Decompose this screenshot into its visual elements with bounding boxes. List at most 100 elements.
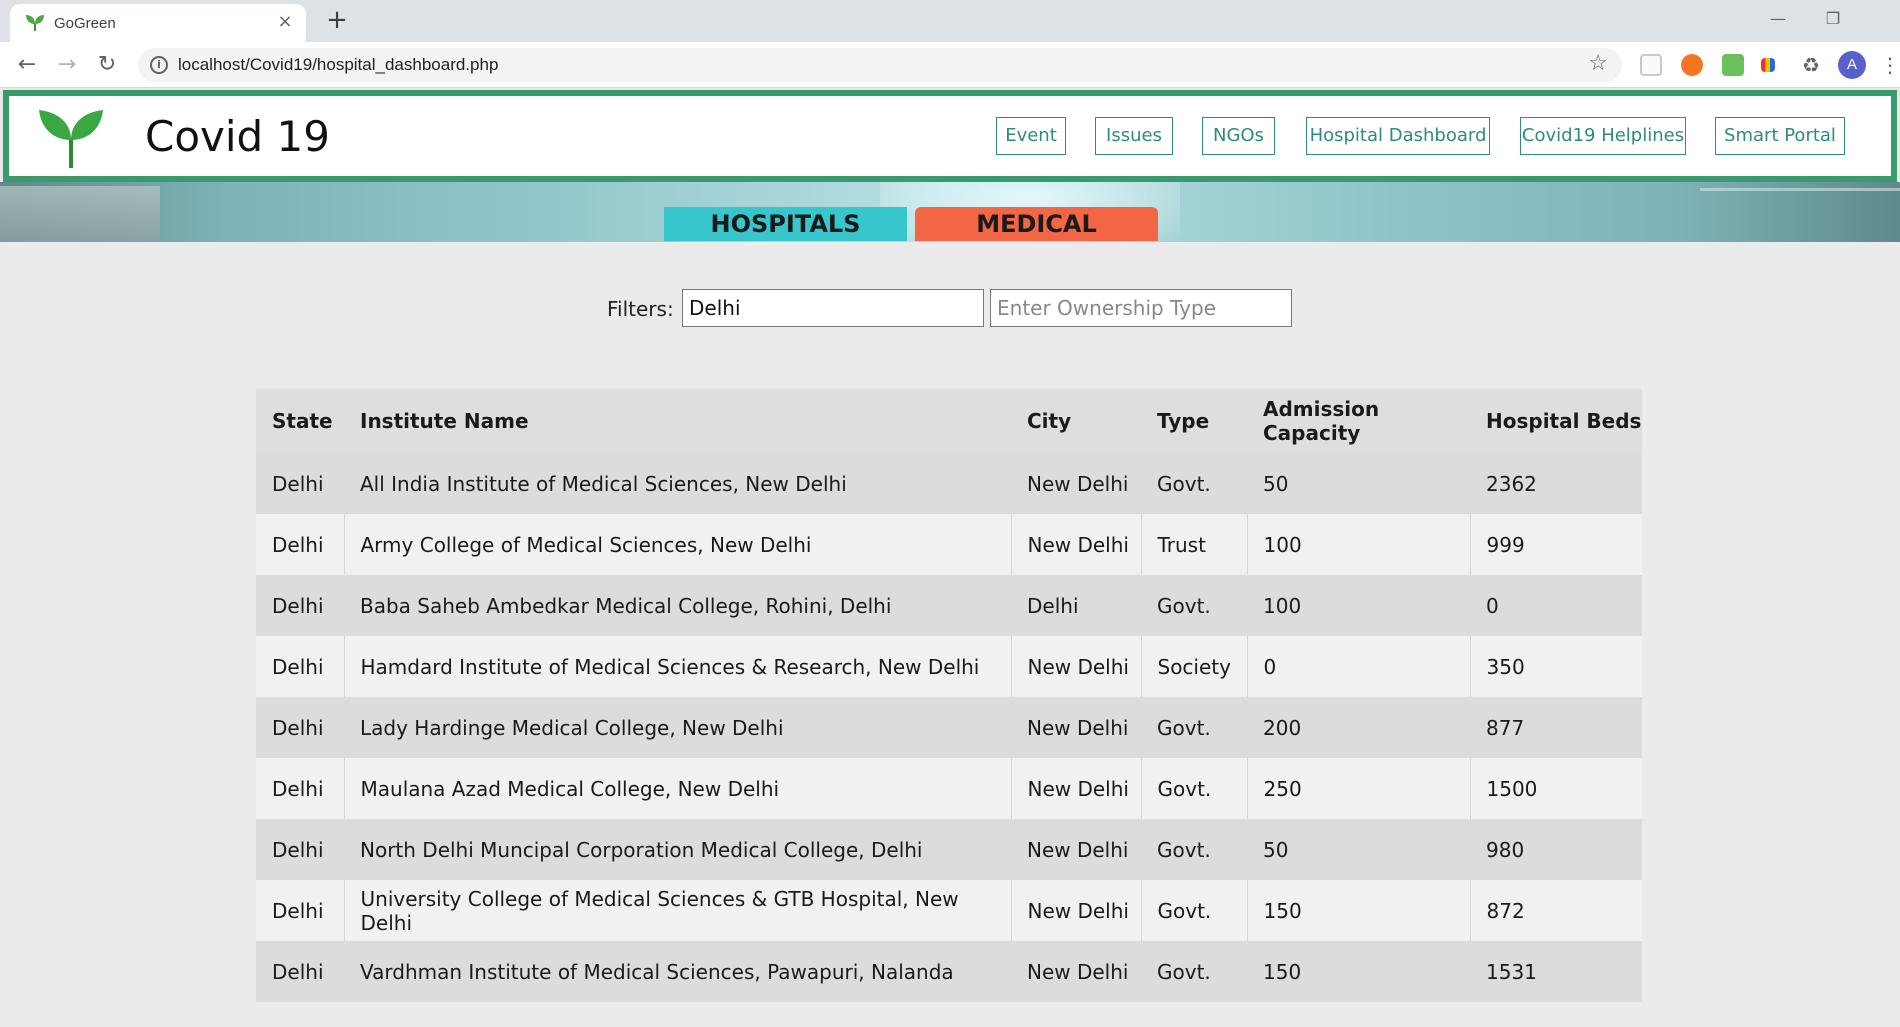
url-text[interactable]: localhost/Covid19/hospital_dashboard.php: [178, 55, 498, 75]
table-row: Delhi Lady Hardinge Medical College, New …: [256, 697, 1642, 758]
cell-institute-name: Lady Hardinge Medical College, New Delhi: [344, 697, 1011, 758]
column-header-state: State: [256, 389, 344, 453]
table-row: Delhi North Delhi Muncipal Corporation Me…: [256, 819, 1642, 880]
cell-hospital-beds: 1500: [1469, 758, 1642, 819]
banner-decoration: [0, 186, 160, 242]
browser-tab-strip: GoGreen × + — ❐: [0, 0, 1900, 42]
table-row: Delhi Vardhman Institute of Medical Scien…: [256, 941, 1642, 1002]
cell-institute-name: Vardhman Institute of Medical Sciences, …: [344, 941, 1011, 1002]
cell-type: Trust: [1140, 514, 1247, 575]
cell-state: Delhi: [256, 514, 344, 575]
cell-admission-capacity: 0: [1246, 636, 1470, 697]
site-title: Covid 19: [145, 112, 331, 161]
new-tab-icon[interactable]: +: [322, 7, 352, 35]
cell-state: Delhi: [256, 880, 344, 941]
column-header-city: City: [1011, 389, 1141, 453]
filters-label: Filters:: [607, 297, 674, 321]
table-row: Delhi Hamdard Institute of Medical Scienc…: [256, 636, 1642, 697]
table-row: Delhi Baba Saheb Ambedkar Medical College…: [256, 575, 1642, 636]
browser-toolbar: ← → ↻ i localhost/Covid19/hospital_dashb…: [0, 42, 1900, 88]
cell-institute-name: Hamdard Institute of Medical Sciences & …: [343, 636, 1011, 697]
nav-ngos[interactable]: NGOs: [1202, 117, 1275, 155]
cell-city: New Delhi: [1010, 514, 1141, 575]
tab-title: GoGreen: [54, 15, 116, 32]
ownership-type-input[interactable]: [990, 289, 1292, 327]
cell-admission-capacity: 150: [1247, 941, 1470, 1002]
tab-hospitals[interactable]: HOSPITALS: [664, 207, 907, 241]
profile-avatar[interactable]: A: [1838, 51, 1866, 79]
site-info-icon[interactable]: i: [150, 56, 168, 74]
cell-type: Govt.: [1141, 941, 1247, 1002]
cell-state: Delhi: [256, 819, 344, 880]
reload-icon[interactable]: ↻: [92, 50, 122, 80]
sprout-favicon-icon: [26, 15, 44, 31]
state-filter-input[interactable]: [682, 289, 984, 327]
cell-hospital-beds: 1531: [1470, 941, 1642, 1002]
main-content: Filters: State Institute Name City Type …: [0, 242, 1900, 1027]
address-bar[interactable]: i localhost/Covid19/hospital_dashboard.p…: [138, 48, 1622, 82]
extension-icon[interactable]: [1722, 54, 1744, 76]
column-header-type: Type: [1141, 389, 1247, 453]
close-tab-icon[interactable]: ×: [274, 11, 296, 33]
cell-admission-capacity: 250: [1246, 758, 1470, 819]
banner-decoration: [1700, 188, 1900, 238]
cell-city: New Delhi: [1011, 819, 1141, 880]
nav-event[interactable]: Event: [996, 117, 1066, 155]
cell-institute-name: Maulana Azad Medical College, New Delhi: [343, 758, 1011, 819]
cell-city: New Delhi: [1011, 941, 1141, 1002]
minimize-icon[interactable]: —: [1755, 6, 1801, 32]
cell-institute-name: Baba Saheb Ambedkar Medical College, Roh…: [344, 575, 1011, 636]
cell-type: Govt.: [1141, 697, 1247, 758]
cell-hospital-beds: 0: [1470, 575, 1642, 636]
nav-issues[interactable]: Issues: [1095, 117, 1173, 155]
cell-state: Delhi: [256, 941, 344, 1002]
cell-admission-capacity: 150: [1246, 880, 1470, 941]
cell-hospital-beds: 999: [1469, 514, 1642, 575]
cell-admission-capacity: 50: [1247, 453, 1470, 514]
cell-hospital-beds: 877: [1470, 697, 1642, 758]
cell-institute-name: All India Institute of Medical Sciences,…: [344, 453, 1011, 514]
table-row: Delhi Army College of Medical Sciences, N…: [256, 514, 1642, 575]
forward-arrow-icon[interactable]: →: [52, 50, 82, 80]
restore-icon[interactable]: ❐: [1810, 6, 1856, 32]
cell-admission-capacity: 200: [1247, 697, 1470, 758]
bookmark-star-icon[interactable]: ☆: [1588, 51, 1608, 76]
cell-state: Delhi: [256, 636, 344, 697]
nav-hospital-dashboard[interactable]: Hospital Dashboard: [1306, 117, 1490, 155]
column-header-admission-capacity: Admission Capacity: [1247, 389, 1470, 453]
nav-smart-portal[interactable]: Smart Portal: [1715, 117, 1845, 155]
column-header-hospital-beds: Hospital Beds: [1470, 389, 1642, 453]
cell-institute-name: North Delhi Muncipal Corporation Medical…: [344, 819, 1011, 880]
cell-city: New Delhi: [1011, 697, 1141, 758]
puzzle-extensions-icon[interactable]: ♻: [1800, 54, 1822, 76]
cell-admission-capacity: 50: [1247, 819, 1470, 880]
cell-hospital-beds: 872: [1469, 880, 1642, 941]
table-row: Delhi All India Institute of Medical Scie…: [256, 453, 1642, 514]
cell-type: Govt.: [1141, 819, 1247, 880]
cell-city: Delhi: [1011, 575, 1141, 636]
cell-state: Delhi: [256, 697, 344, 758]
cell-city: New Delhi: [1010, 758, 1141, 819]
cell-state: Delhi: [256, 453, 344, 514]
site-header: Covid 19 Event Issues NGOs Hospital Dash…: [3, 90, 1897, 182]
cell-type: Govt.: [1141, 453, 1247, 514]
cell-admission-capacity: 100: [1247, 575, 1470, 636]
sprout-logo-icon: [39, 110, 103, 168]
extension-icon[interactable]: [1761, 58, 1775, 72]
tab-medical-colleges[interactable]: MEDICAL COLLEGES: [915, 207, 1158, 272]
column-header-institute-name: Institute Name: [344, 389, 1011, 453]
cell-institute-name: University College of Medical Sciences &…: [343, 880, 1011, 941]
browser-menu-icon[interactable]: ⋮: [1880, 53, 1900, 77]
cell-type: Govt.: [1140, 880, 1247, 941]
cell-hospital-beds: 2362: [1470, 453, 1642, 514]
back-arrow-icon[interactable]: ←: [12, 50, 42, 80]
extension-icon[interactable]: [1681, 54, 1703, 76]
browser-tab[interactable]: GoGreen ×: [10, 4, 306, 42]
cell-city: New Delhi: [1010, 880, 1141, 941]
medical-colleges-table: State Institute Name City Type Admission…: [256, 389, 1642, 1002]
cell-hospital-beds: 350: [1469, 636, 1642, 697]
extension-icon[interactable]: [1640, 54, 1662, 76]
cell-hospital-beds: 980: [1470, 819, 1642, 880]
cell-city: New Delhi: [1011, 453, 1141, 514]
nav-covid19-helplines[interactable]: Covid19 Helplines: [1520, 117, 1686, 155]
